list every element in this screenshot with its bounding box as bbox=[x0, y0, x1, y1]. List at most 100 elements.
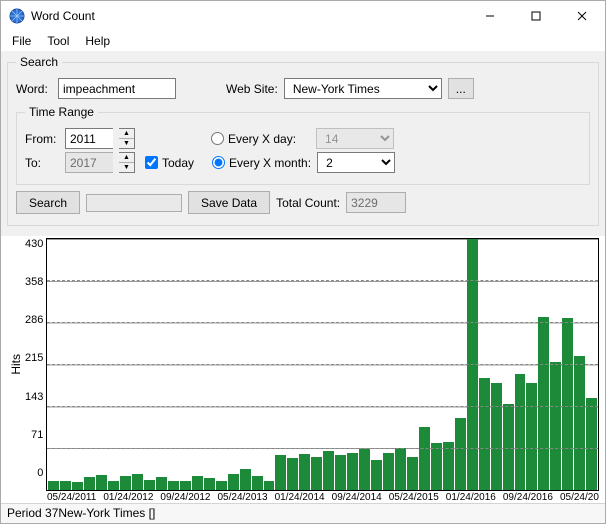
search-group: Search Word: Web Site: New-York Times ..… bbox=[7, 55, 599, 226]
progress-bar bbox=[86, 194, 182, 212]
status-bar: Period 37New-York Times [] bbox=[1, 503, 605, 523]
chart-bar[interactable] bbox=[431, 443, 442, 490]
chart-y-axis-label: Hits bbox=[7, 354, 25, 375]
every-day-label: Every X day: bbox=[228, 132, 296, 146]
chart-bar[interactable] bbox=[407, 457, 418, 490]
chart-bar[interactable] bbox=[228, 474, 239, 490]
every-day-select: 14 bbox=[316, 128, 394, 149]
chart-bar[interactable] bbox=[299, 454, 310, 490]
chart-bar[interactable] bbox=[48, 481, 59, 490]
minimize-button[interactable] bbox=[467, 1, 513, 31]
x-tick: 09/24/2012 bbox=[160, 492, 210, 503]
from-label: From: bbox=[25, 132, 59, 146]
chart-bar[interactable] bbox=[347, 453, 358, 490]
website-select[interactable]: New-York Times bbox=[284, 78, 442, 99]
chevron-down-icon: ▼ bbox=[119, 163, 134, 172]
chart-bar[interactable] bbox=[491, 383, 502, 490]
chart-bar[interactable] bbox=[503, 404, 514, 490]
y-tick: 0 bbox=[25, 467, 43, 479]
search-legend: Search bbox=[16, 55, 62, 69]
chart-bar[interactable] bbox=[443, 442, 454, 490]
chart-bar[interactable] bbox=[311, 457, 322, 490]
chart-bar[interactable] bbox=[395, 448, 406, 490]
y-tick: 215 bbox=[25, 352, 43, 364]
every-month-select[interactable]: 2 bbox=[317, 152, 395, 173]
x-tick: 09/24/2014 bbox=[332, 492, 382, 503]
chart-bar[interactable] bbox=[371, 460, 382, 490]
to-label: To: bbox=[25, 156, 59, 170]
chart-bar[interactable] bbox=[156, 477, 167, 490]
every-day-radio[interactable] bbox=[211, 132, 224, 145]
chart-bar[interactable] bbox=[359, 449, 370, 490]
word-input[interactable] bbox=[58, 78, 176, 99]
menu-bar: File Tool Help bbox=[1, 31, 605, 51]
chart-bar[interactable] bbox=[264, 481, 275, 490]
chart-bar[interactable] bbox=[144, 480, 155, 491]
x-tick: 09/24/2016 bbox=[503, 492, 553, 503]
chart-x-ticks: 05/24/2011 01/24/2012 09/24/2012 05/24/2013… bbox=[7, 492, 599, 503]
title-bar: Word Count bbox=[1, 1, 605, 31]
chart-bar[interactable] bbox=[335, 455, 346, 490]
today-checkbox[interactable] bbox=[145, 156, 158, 169]
close-button[interactable] bbox=[559, 1, 605, 31]
y-tick: 358 bbox=[25, 276, 43, 288]
chart-bar[interactable] bbox=[84, 477, 95, 490]
chart-bar[interactable] bbox=[479, 378, 490, 490]
chart-bar[interactable] bbox=[180, 481, 191, 490]
timerange-legend: Time Range bbox=[25, 105, 98, 119]
x-tick: 01/24/2012 bbox=[103, 492, 153, 503]
x-tick: 05/24/2015 bbox=[389, 492, 439, 503]
from-spinner[interactable]: ▲▼ bbox=[119, 128, 135, 149]
x-tick: 05/24/2011 bbox=[47, 492, 96, 503]
chart-bar[interactable] bbox=[120, 476, 131, 490]
chevron-up-icon: ▲ bbox=[119, 129, 134, 139]
search-button[interactable]: Search bbox=[16, 191, 80, 214]
x-tick: 01/24/2014 bbox=[275, 492, 325, 503]
chart-bar[interactable] bbox=[419, 427, 430, 490]
save-data-button[interactable]: Save Data bbox=[188, 191, 270, 214]
chart-bar[interactable] bbox=[168, 481, 179, 490]
every-month-radio[interactable] bbox=[212, 156, 225, 169]
chart-bar[interactable] bbox=[515, 374, 526, 490]
chart-bar[interactable] bbox=[586, 398, 597, 490]
maximize-button[interactable] bbox=[513, 1, 559, 31]
chart-area: Hits 430358286215143710 05/24/201101/24/… bbox=[1, 236, 605, 503]
chart-bar[interactable] bbox=[550, 362, 561, 490]
chart-bar[interactable] bbox=[287, 458, 298, 490]
chart-bar[interactable] bbox=[204, 478, 215, 490]
menu-help[interactable]: Help bbox=[78, 32, 117, 50]
chart-bar[interactable] bbox=[455, 418, 466, 490]
y-tick: 286 bbox=[25, 314, 43, 326]
chart-bar[interactable] bbox=[96, 475, 107, 490]
chart-bar[interactable] bbox=[323, 451, 334, 490]
every-month-label: Every X month: bbox=[229, 156, 311, 170]
chart-bar[interactable] bbox=[60, 481, 71, 490]
chevron-up-icon: ▲ bbox=[119, 153, 134, 163]
today-label: Today bbox=[162, 156, 194, 170]
chart-y-ticks: 430358286215143710 bbox=[25, 238, 46, 491]
chevron-down-icon: ▼ bbox=[119, 139, 134, 148]
chart-bar[interactable] bbox=[574, 356, 585, 490]
chart-bar[interactable] bbox=[383, 453, 394, 490]
menu-file[interactable]: File bbox=[5, 32, 38, 50]
chart-bar[interactable] bbox=[216, 481, 227, 490]
to-input bbox=[65, 152, 113, 173]
chart-bar[interactable] bbox=[108, 481, 119, 490]
chart-plot[interactable] bbox=[46, 238, 599, 491]
chart-bar[interactable] bbox=[538, 317, 549, 490]
chart-bar[interactable] bbox=[467, 239, 478, 490]
website-browse-button[interactable]: ... bbox=[448, 78, 474, 99]
chart-bar[interactable] bbox=[526, 383, 537, 490]
chart-bar[interactable] bbox=[192, 476, 203, 490]
chart-bar[interactable] bbox=[72, 482, 83, 490]
chart-bar[interactable] bbox=[275, 455, 286, 490]
chart-bar[interactable] bbox=[240, 469, 251, 490]
x-tick: 05/24/2013 bbox=[217, 492, 267, 503]
x-tick: 01/24/2016 bbox=[446, 492, 496, 503]
chart-bar[interactable] bbox=[252, 476, 263, 490]
menu-tool[interactable]: Tool bbox=[40, 32, 76, 50]
from-input[interactable] bbox=[65, 128, 113, 149]
to-spinner[interactable]: ▲▼ bbox=[119, 152, 135, 173]
chart-bar[interactable] bbox=[132, 474, 143, 490]
chart-bar[interactable] bbox=[562, 318, 573, 490]
